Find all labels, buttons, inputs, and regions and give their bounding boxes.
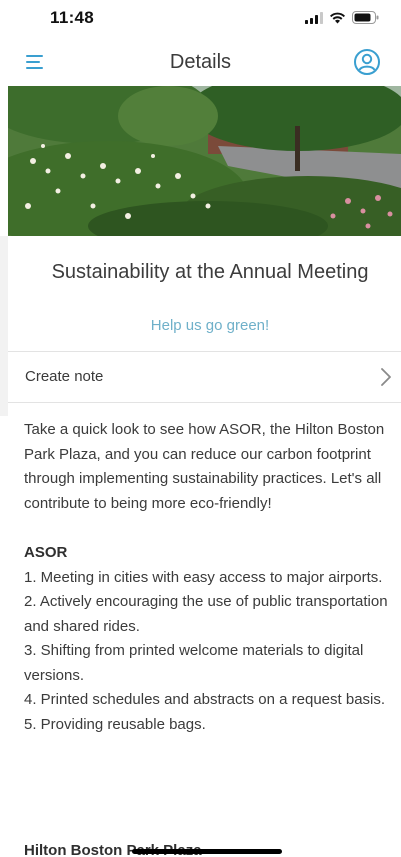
chevron-right-icon xyxy=(381,368,391,386)
event-subtitle: Help us go green! xyxy=(150,317,270,334)
create-note-row[interactable]: Create note xyxy=(8,352,401,402)
list-item: 4. Printed schedules and abstracts on a … xyxy=(24,691,386,708)
list-item: 3. Shifting from printed welcome materia… xyxy=(24,642,364,684)
left-gutter xyxy=(0,236,8,416)
nav-bar: Details xyxy=(0,40,401,86)
list-item: 5. Providing reusable bags. xyxy=(24,715,206,733)
home-indicator xyxy=(132,849,282,854)
list-item: 1. Meeting in cities with easy access to… xyxy=(24,568,383,586)
page-title: Details xyxy=(169,51,232,73)
event-title: Sustainability at the Annual Meeting xyxy=(51,261,369,283)
user-circle-icon xyxy=(354,49,380,75)
description-body: Take a quick look to see how ASOR, the H… xyxy=(24,418,389,737)
cellular-signal-icon xyxy=(305,11,323,24)
hero-image xyxy=(8,86,401,236)
wifi-icon xyxy=(330,12,345,23)
profile-button[interactable] xyxy=(353,48,381,76)
status-icons xyxy=(305,11,379,24)
intro-paragraph: Take a quick look to see how ASOR, the H… xyxy=(24,421,385,512)
status-time: 11:48 xyxy=(50,8,95,27)
list-item: 2. Actively encouraging the use of publi… xyxy=(24,593,388,635)
create-note-label: Create note xyxy=(25,368,104,385)
battery-icon xyxy=(352,11,379,24)
status-bar: 11:48 xyxy=(0,0,401,40)
section-heading-asor: ASOR xyxy=(24,544,68,561)
divider-bottom xyxy=(8,402,401,403)
